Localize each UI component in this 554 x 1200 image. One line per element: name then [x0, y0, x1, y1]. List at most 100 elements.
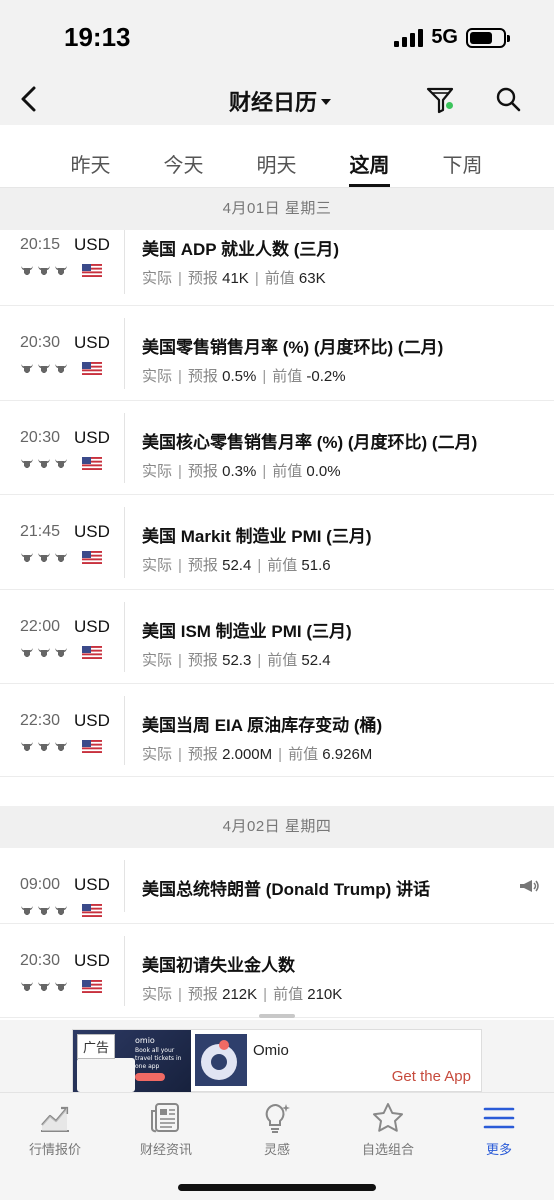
search-icon[interactable]: [494, 85, 524, 115]
bull-icon: [38, 553, 50, 562]
tab-this-week[interactable]: 这周: [323, 125, 416, 187]
event-time: 20:30: [20, 952, 61, 969]
ad-image: omio Book all your travel tickets in one…: [73, 1030, 191, 1092]
chevron-left-icon[interactable]: [14, 81, 46, 117]
calendar-title-dropdown[interactable]: 财经日历: [200, 85, 360, 117]
forecast-value: 52.3: [222, 652, 252, 669]
previous-label: 前值: [272, 463, 303, 480]
omio-logo-icon: [195, 1034, 247, 1086]
importance-bulls: [20, 647, 68, 658]
event-title: 美国 Markit 制造业 PMI (三月): [142, 527, 372, 546]
forecast-value: 0.3%: [222, 463, 257, 480]
divider: [124, 318, 125, 389]
event-time: 20:15: [20, 236, 61, 253]
bull-icon: [38, 266, 50, 275]
event-currency: USD: [74, 951, 110, 970]
tab-today[interactable]: 今天: [137, 125, 230, 187]
home-indicator: [178, 1184, 376, 1191]
previous-value: 51.6: [301, 557, 331, 574]
ad-banner-area: omio Book all your travel tickets in one…: [0, 1020, 554, 1092]
nav-bar: 财经日历: [0, 75, 554, 125]
us-flag-icon: [82, 362, 102, 375]
actual-label: 实际: [142, 557, 173, 574]
tab-tomorrow[interactable]: 明天: [230, 125, 323, 187]
lightbulb-icon: [265, 1103, 290, 1133]
event-values: 实际 | 预报 0.5% | 前值 -0.2%: [142, 368, 346, 385]
event-row[interactable]: 22:00 USD 美国 ISM 制造业 PMI (三月) 实际 | 预报 52.3 | 前值…: [0, 590, 554, 684]
bottom-nav-watchlist[interactable]: 自选组合: [338, 1101, 438, 1158]
event-time: 22:30: [20, 712, 61, 729]
event-row[interactable]: 09:00 USD 美国总统特朗普 (Donald Trump) 讲话: [0, 848, 554, 924]
event-currency: USD: [74, 711, 110, 730]
event-currency: USD: [74, 617, 110, 636]
bottom-nav-inspiration[interactable]: 灵感: [227, 1101, 327, 1158]
bull-icon: [21, 266, 33, 275]
ad-card[interactable]: omio Book all your travel tickets in one…: [72, 1029, 482, 1092]
us-flag-icon: [82, 904, 102, 917]
event-title: 美国 ADP 就业人数 (三月): [142, 240, 340, 259]
event-title: 美国初请失业金人数: [142, 956, 295, 975]
page-title: 财经日历: [228, 90, 317, 115]
event-row[interactable]: 20:30 USD 美国初请失业金人数实际 | 预报 212K | 前值 210K: [0, 924, 554, 1018]
event-values: 实际 | 预报 212K | 前值 210K: [142, 986, 343, 1003]
network-type: 5G: [431, 26, 458, 48]
previous-value: 210K: [307, 986, 343, 1003]
event-time: 22:00: [20, 618, 61, 635]
event-row[interactable]: 20:30 USD 美国零售销售月率 (%) (月度环比) (二月) 实际 | 预报 0.…: [0, 306, 554, 401]
previous-label: 前值: [264, 270, 295, 287]
bottom-nav-quotes[interactable]: 行情报价: [5, 1101, 105, 1158]
event-values: 实际 | 预报 2.000M | 前值 6.926M: [142, 746, 373, 763]
divider: [124, 602, 125, 672]
ad-badge: 广告: [77, 1034, 116, 1059]
drag-handle[interactable]: [259, 1014, 295, 1018]
importance-bulls: [20, 458, 68, 469]
ad-cta-button[interactable]: Get the App: [392, 1068, 471, 1085]
battery-icon: [466, 27, 510, 48]
megaphone-icon: [520, 880, 539, 892]
bull-icon: [55, 266, 67, 275]
forecast-value: 212K: [222, 986, 258, 1003]
bottom-nav-label: 更多: [485, 1142, 512, 1157]
menu-icon: [483, 1107, 515, 1129]
tab-next-week[interactable]: 下周: [416, 125, 509, 187]
chart-trend-icon: [41, 1106, 69, 1132]
bull-icon: [55, 459, 67, 468]
newspaper-icon: [151, 1103, 179, 1133]
bull-icon: [55, 364, 67, 373]
filter-icon[interactable]: [424, 83, 458, 117]
importance-bulls: [20, 905, 68, 916]
star-icon: [373, 1103, 403, 1132]
event-values: 实际 | 预报 41K | 前值 63K: [142, 270, 326, 287]
forecast-label: 预报: [187, 368, 218, 385]
tab-yesterday[interactable]: 昨天: [44, 125, 137, 187]
bottom-nav-more[interactable]: 更多: [449, 1101, 549, 1158]
status-indicators: 5G: [394, 26, 510, 49]
event-row[interactable]: 22:30 USD 美国当周 EIA 原油库存变动 (桶) 实际 | 预报 2.000M |…: [0, 684, 554, 777]
forecast-value: 2.000M: [222, 746, 273, 763]
bottom-nav-news[interactable]: 财经资讯: [116, 1101, 216, 1158]
event-row[interactable]: 21:45 USD 美国 Markit 制造业 PMI (三月) 实际 | 预报 52.4…: [0, 495, 554, 590]
status-time: 19:13: [64, 22, 131, 52]
event-values: 实际 | 预报 0.3% | 前值 0.0%: [142, 463, 341, 480]
bull-icon: [38, 459, 50, 468]
bottom-nav-label: 行情报价: [28, 1142, 81, 1157]
forecast-label: 预报: [187, 986, 218, 1003]
event-title: 美国当周 EIA 原油库存变动 (桶): [142, 716, 383, 735]
forecast-label: 预报: [187, 652, 218, 669]
event-title: 美国零售销售月率 (%) (月度环比) (二月): [142, 338, 444, 357]
event-values: 实际 | 预报 52.3 | 前值 52.4: [142, 652, 331, 669]
us-flag-icon: [82, 740, 102, 753]
divider: [124, 507, 125, 578]
forecast-label: 预报: [187, 557, 218, 574]
previous-label: 前值: [267, 557, 298, 574]
divider: [124, 230, 125, 294]
event-time: 09:00: [20, 876, 61, 893]
actual-label: 实际: [142, 746, 173, 763]
date-tabs: 昨天 今天 明天 这周 下周: [0, 125, 554, 188]
bull-icon: [55, 553, 67, 562]
event-row[interactable]: 20:15 USD 美国 ADP 就业人数 (三月) 实际 | 预报 41K | 前值 63K: [0, 230, 554, 306]
us-flag-icon: [82, 457, 102, 470]
importance-bulls: [20, 552, 68, 563]
event-row[interactable]: 20:30 USD 美国核心零售销售月率 (%) (月度环比) (二月) 实际 | 预报 …: [0, 401, 554, 495]
bull-icon: [38, 364, 50, 373]
